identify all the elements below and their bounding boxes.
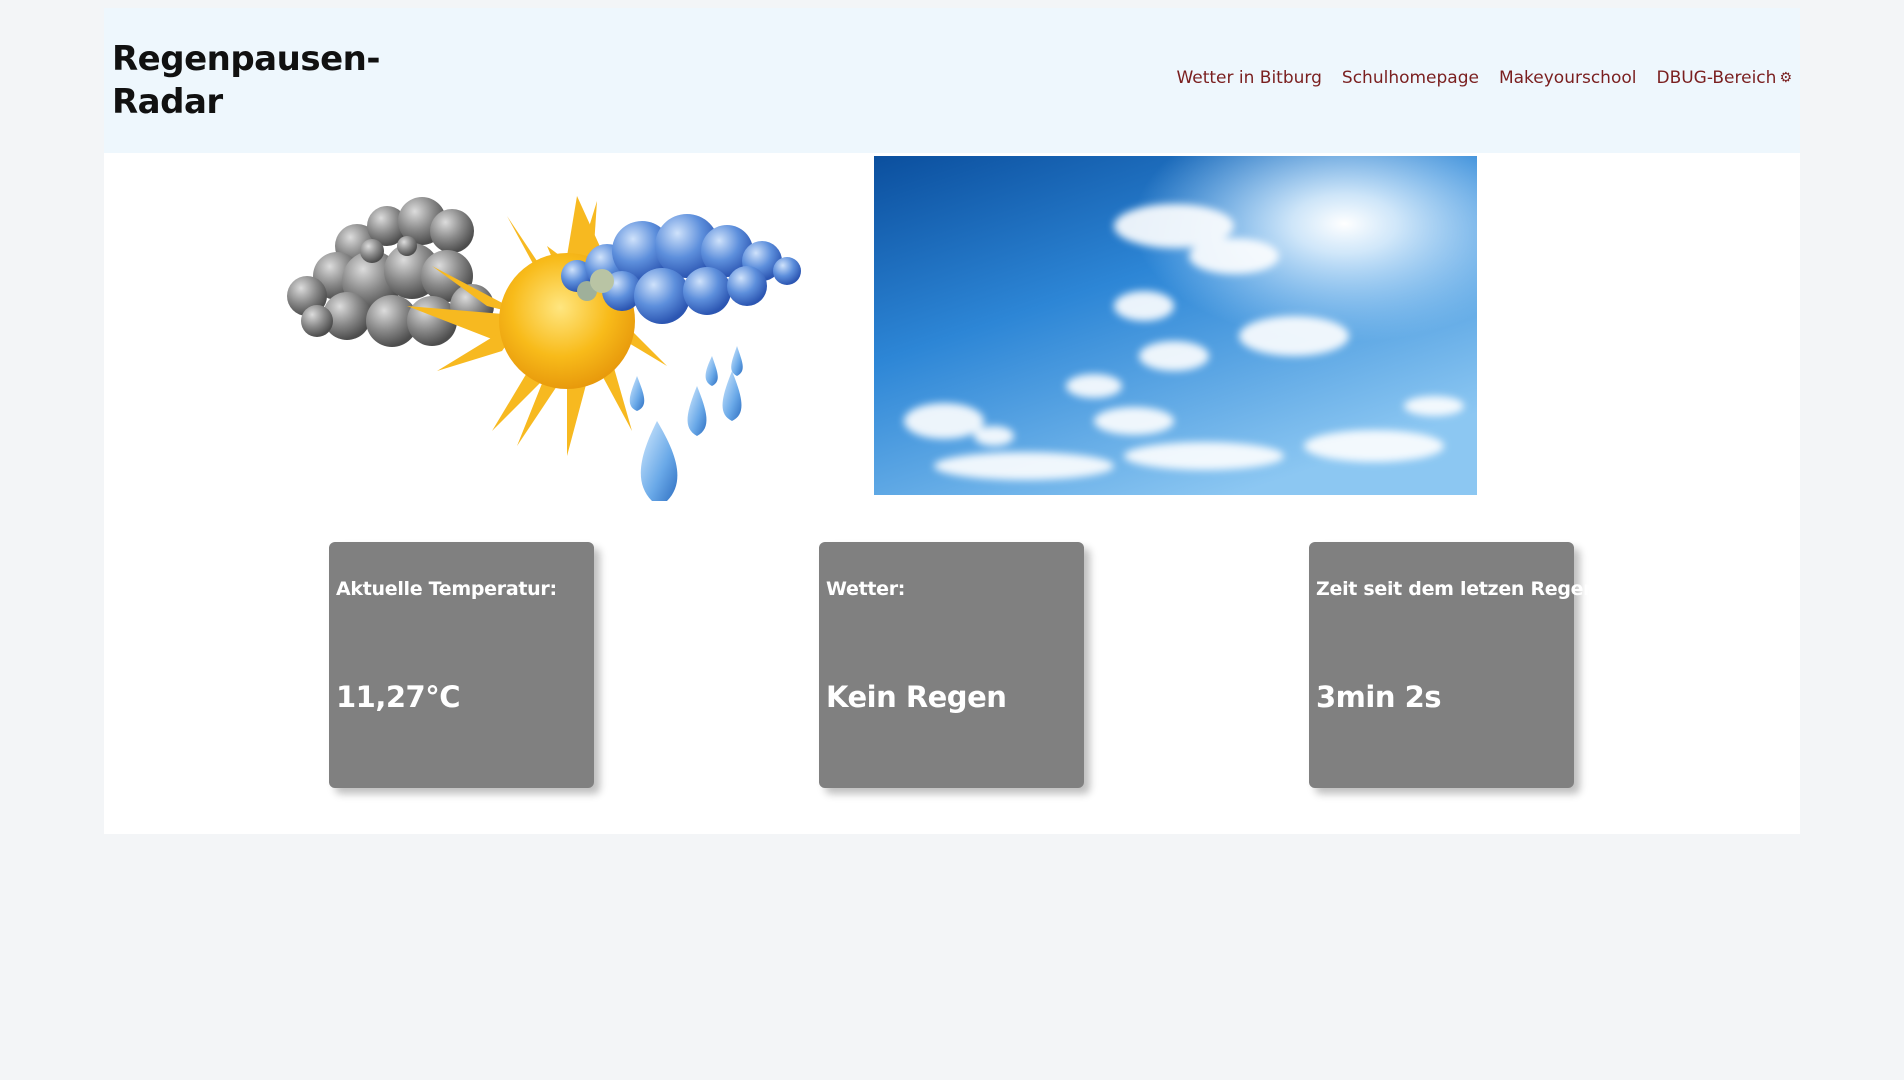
gear-icon[interactable]: ⚙	[1779, 70, 1792, 86]
weather-label: Wetter:	[826, 578, 906, 600]
time-since-rain-label: Zeit seit dem letzen Regen:	[1316, 578, 1604, 600]
weather-card: Wetter: Kein Regen	[819, 542, 1084, 788]
nav-link-makeyourschool[interactable]: Makeyourschool	[1499, 68, 1637, 88]
temperature-label: Aktuelle Temperatur:	[336, 578, 557, 600]
weather-illustration	[247, 156, 907, 501]
temperature-card: Aktuelle Temperatur: 11,27°C	[329, 542, 594, 788]
site-title[interactable]: Regenpausen-Radar	[112, 38, 380, 124]
sky-photo	[874, 156, 1477, 495]
main-nav: Wetter in Bitburg Schulhomepage Makeyour…	[1176, 68, 1792, 88]
nav-link-dbug-bereich-wrap[interactable]: DBUG-Bereich ⚙	[1656, 68, 1792, 88]
time-since-rain-value: 3min 2s	[1316, 680, 1442, 714]
site-header: Regenpausen-Radar Wetter in Bitburg Schu…	[104, 8, 1800, 153]
weather-value: Kein Regen	[826, 680, 1007, 714]
nav-link-schulhomepage[interactable]: Schulhomepage	[1342, 68, 1479, 88]
nav-link-wetter-in-bitburg[interactable]: Wetter in Bitburg	[1176, 68, 1321, 88]
nav-link-dbug-bereich[interactable]: DBUG-Bereich	[1656, 68, 1776, 88]
time-since-rain-card: Zeit seit dem letzen Regen: 3min 2s	[1309, 542, 1604, 788]
temperature-value: 11,27°C	[336, 680, 461, 714]
